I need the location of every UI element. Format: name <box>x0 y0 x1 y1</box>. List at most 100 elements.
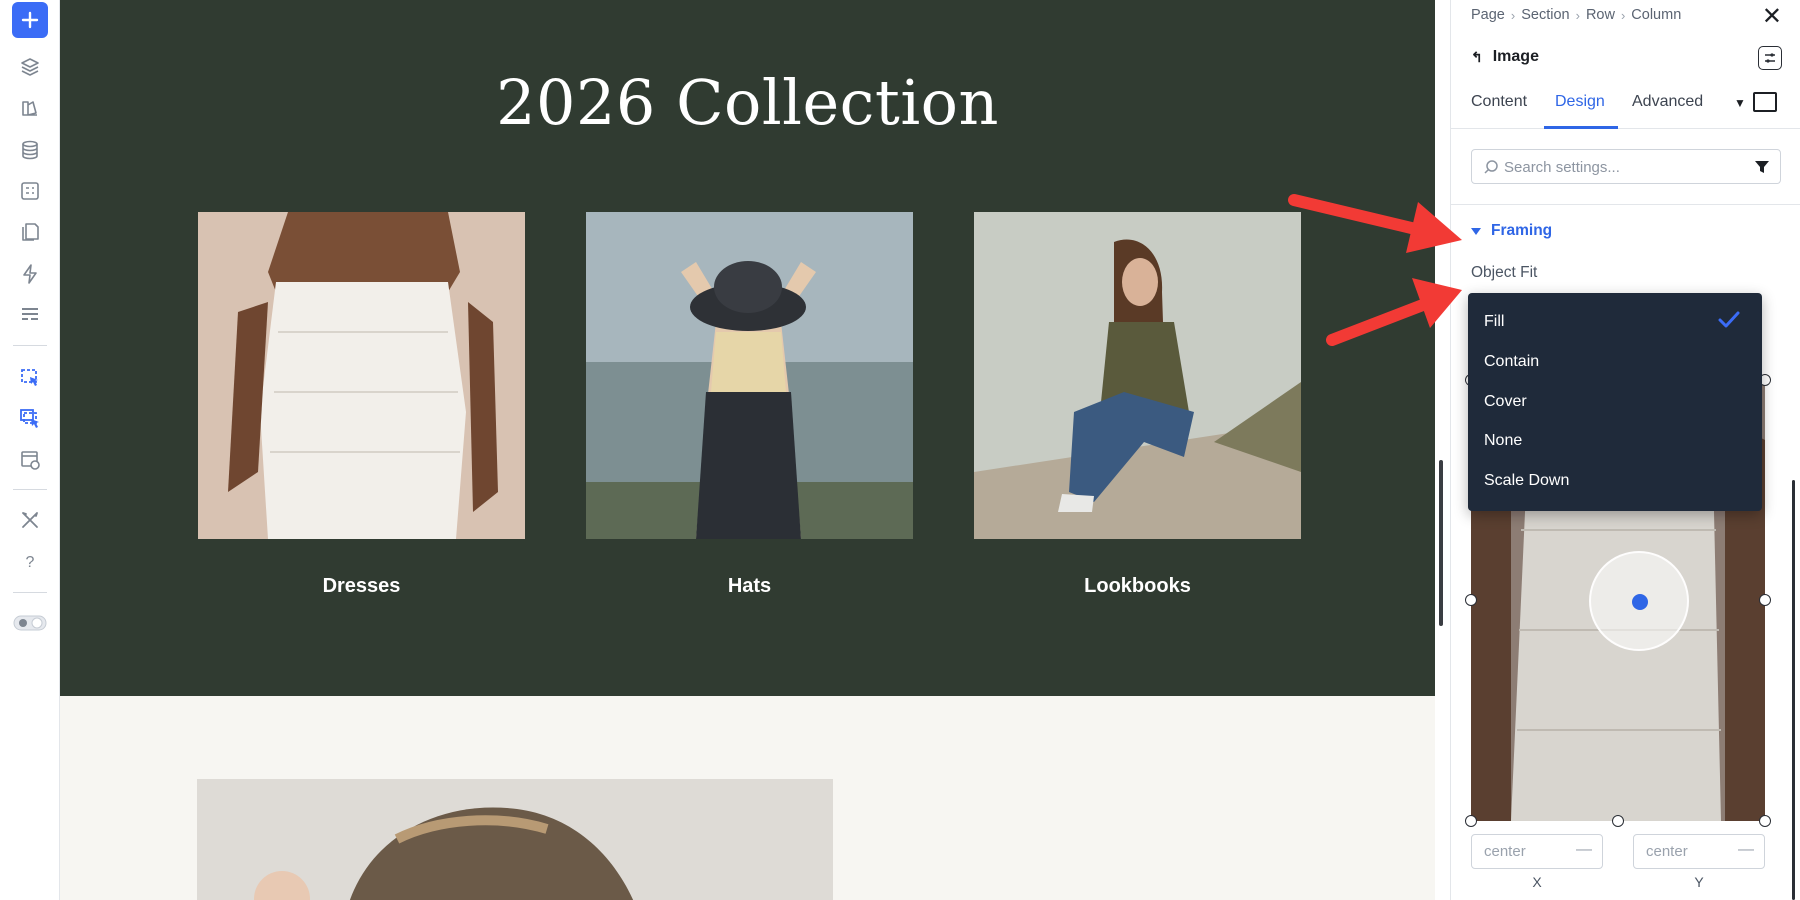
forms-button[interactable] <box>12 173 48 209</box>
add-element-button[interactable] <box>12 2 48 38</box>
svg-text:?: ? <box>26 554 35 571</box>
theme-toggle[interactable] <box>12 605 48 641</box>
position-x-caption: X <box>1532 874 1542 890</box>
chevron-right-icon: › <box>1575 7 1580 23</box>
breadcrumb-column[interactable]: Column <box>1631 7 1681 23</box>
hero-section[interactable]: 2026 Collection Dresses Hats Lookbooks <box>60 0 1435 696</box>
palette-icon <box>22 101 37 116</box>
pages-button[interactable] <box>12 214 48 250</box>
form-icon <box>21 182 39 200</box>
framing-section-title: Framing <box>1491 222 1553 239</box>
layers-button[interactable] <box>12 49 48 85</box>
dress-photo <box>198 212 525 539</box>
resize-handle[interactable] <box>1759 594 1771 606</box>
lower-section-image[interactable] <box>197 779 833 900</box>
select-button[interactable] <box>12 360 48 396</box>
checkmark-icon <box>1718 311 1740 328</box>
data-button[interactable] <box>12 132 48 168</box>
settings-search <box>1471 149 1781 184</box>
back-arrow-icon[interactable]: ↰ <box>1471 49 1483 66</box>
panel-scrollbar[interactable] <box>1792 480 1795 900</box>
resize-handle[interactable] <box>1465 815 1477 827</box>
tools-icon <box>22 512 38 528</box>
card-image-lookbooks[interactable] <box>974 212 1301 539</box>
hero-title[interactable]: 2026 Collection <box>60 66 1435 139</box>
panel-divider <box>1451 204 1800 205</box>
lookbook-photo <box>974 212 1301 539</box>
left-toolbar: ? <box>0 0 60 900</box>
dropdown-option-cover[interactable]: Cover <box>1484 393 1527 411</box>
breadcrumb-row[interactable]: Row <box>1586 7 1615 23</box>
element-header: ↰ Image <box>1471 48 1539 66</box>
position-y-caption: Y <box>1694 874 1704 890</box>
breadcrumb-page[interactable]: Page <box>1471 7 1505 23</box>
position-y-input[interactable] <box>1646 843 1726 860</box>
help-button[interactable]: ? <box>12 543 48 579</box>
resize-handle[interactable] <box>1759 815 1771 827</box>
interactions-button[interactable] <box>12 256 48 292</box>
card-image-hats[interactable] <box>586 212 913 539</box>
toolbar-divider <box>13 592 47 593</box>
object-fit-label: Object Fit <box>1471 264 1538 281</box>
card-image-dresses[interactable] <box>198 212 525 539</box>
element-title: Image <box>1492 48 1539 65</box>
multi-select-icon <box>20 409 39 428</box>
dropdown-option-none[interactable]: None <box>1484 432 1522 450</box>
styles-button[interactable] <box>12 90 48 126</box>
chevron-right-icon: › <box>1510 7 1516 23</box>
framing-section-toggle[interactable]: Framing <box>1471 222 1552 240</box>
tab-design[interactable]: Design <box>1555 93 1605 111</box>
panel-tabs: Content Design Advanced ▼ <box>1451 84 1800 129</box>
card-label-lookbooks[interactable]: Lookbooks <box>974 575 1301 598</box>
page-canvas: 2026 Collection Dresses Hats Lookbooks <box>60 0 1435 900</box>
focal-point-ring[interactable] <box>1589 551 1689 651</box>
card-label-dresses[interactable]: Dresses <box>198 575 525 598</box>
close-icon[interactable]: ✕ <box>1762 5 1782 29</box>
help-icon: ? <box>26 554 35 571</box>
multi-select-button[interactable] <box>12 401 48 437</box>
pages-icon <box>22 223 39 241</box>
dash-icon: — <box>1738 841 1754 858</box>
panel-options-button[interactable] <box>1758 46 1782 70</box>
caret-down-icon[interactable]: ▼ <box>1734 96 1746 110</box>
position-x-input[interactable] <box>1484 843 1564 860</box>
search-input[interactable] <box>1504 156 1734 178</box>
resize-handle[interactable] <box>1612 815 1624 827</box>
search-icon <box>1484 160 1498 174</box>
tab-advanced[interactable]: Advanced <box>1632 93 1703 111</box>
sliders-icon <box>1765 53 1775 63</box>
lightning-icon <box>23 264 37 284</box>
focal-point-handle[interactable] <box>1632 594 1648 610</box>
theme-toggle-icon <box>13 615 47 631</box>
breadcrumb: Page › Section › Row › Column <box>1471 7 1681 23</box>
database-icon <box>22 140 38 160</box>
active-tab-indicator <box>1544 126 1618 129</box>
chevron-right-icon: › <box>1620 7 1626 23</box>
dash-icon: — <box>1576 841 1592 858</box>
select-element-icon <box>21 369 38 386</box>
tab-content[interactable]: Content <box>1471 93 1527 111</box>
templates-button[interactable] <box>12 297 48 333</box>
dropdown-option-fill[interactable]: Fill <box>1484 313 1504 331</box>
preview-button[interactable] <box>12 442 48 478</box>
resize-handle[interactable] <box>1465 594 1477 606</box>
tools-button[interactable] <box>12 502 48 538</box>
plus-icon <box>21 11 39 29</box>
object-fit-dropdown: Fill Contain Cover None Scale Down <box>1468 293 1762 511</box>
responsive-frame-icon[interactable] <box>1753 92 1777 112</box>
portrait-photo <box>197 779 833 900</box>
position-x-field: — <box>1471 834 1603 869</box>
breadcrumb-section[interactable]: Section <box>1521 7 1569 23</box>
dropdown-option-contain[interactable]: Contain <box>1484 353 1539 371</box>
preview-icon <box>21 451 40 470</box>
hat-photo <box>586 212 913 539</box>
position-y-field: — <box>1633 834 1765 869</box>
filter-icon[interactable] <box>1754 159 1770 175</box>
card-label-hats[interactable]: Hats <box>586 575 913 598</box>
dropdown-option-scale-down[interactable]: Scale Down <box>1484 472 1569 490</box>
toolbar-divider <box>13 345 47 346</box>
layers-icon <box>21 58 39 76</box>
caret-down-icon <box>1471 227 1481 235</box>
canvas-scrollbar[interactable] <box>1439 460 1443 626</box>
toolbar-divider <box>13 489 47 490</box>
